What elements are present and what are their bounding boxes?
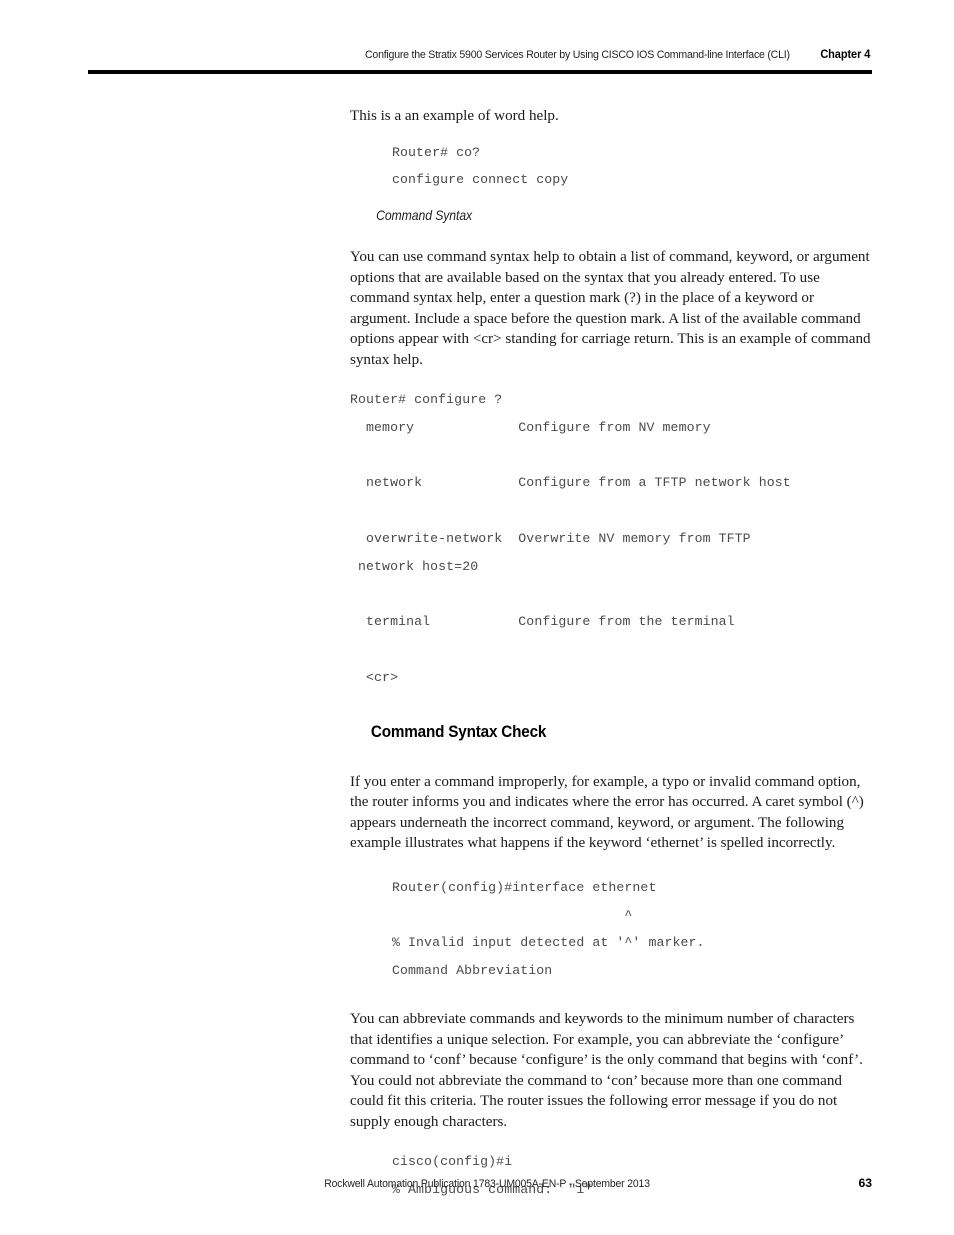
running-header: Configure the Stratix 5900 Services Rout… [88,48,872,61]
header-divider [88,70,872,74]
command-syntax-paragraph: You can use command syntax help to obtai… [350,249,871,368]
error-example-followup: Command Abbreviation [392,963,553,979]
footer-publication-text: Rockwell Automation Publication 1783-UM0… [324,1178,650,1190]
document-page: Configure the Stratix 5900 Services Rout… [0,0,954,1235]
page-footer: Rockwell Automation Publication 1783-UM0… [312,1176,872,1190]
syntax-example-prompt: Router# configure ? [350,392,503,408]
intro-paragraph: This is a an example of word help. [350,108,559,124]
word-help-output: configure connect copy [392,172,569,188]
header-chapter-label: Chapter 4 [820,48,871,61]
command-syntax-check-paragraph: If you enter a command improperly, for e… [350,773,864,852]
footer-page-number: 63 [858,1176,872,1190]
ambiguous-example-command: cisco(config)#i [392,1154,513,1170]
page-content: This is a an example of word help. Route… [350,106,872,1204]
command-syntax-check-heading: Command Syntax Check [370,721,547,741]
error-example-message: % Invalid input detected at '^' marker. [392,935,705,951]
error-example-caret: ^ [392,907,633,923]
command-syntax-subheading: Command Syntax [376,208,473,224]
header-title: Configure the Stratix 5900 Services Rout… [364,49,790,61]
syntax-example-options: memory Configure from NV memory network … [358,419,791,686]
word-help-command: Router# co? [392,144,481,160]
error-example-command: Router(config)#interface ethernet [392,879,657,895]
abbreviation-paragraph: You can abbreviate commands and keywords… [350,1011,863,1130]
